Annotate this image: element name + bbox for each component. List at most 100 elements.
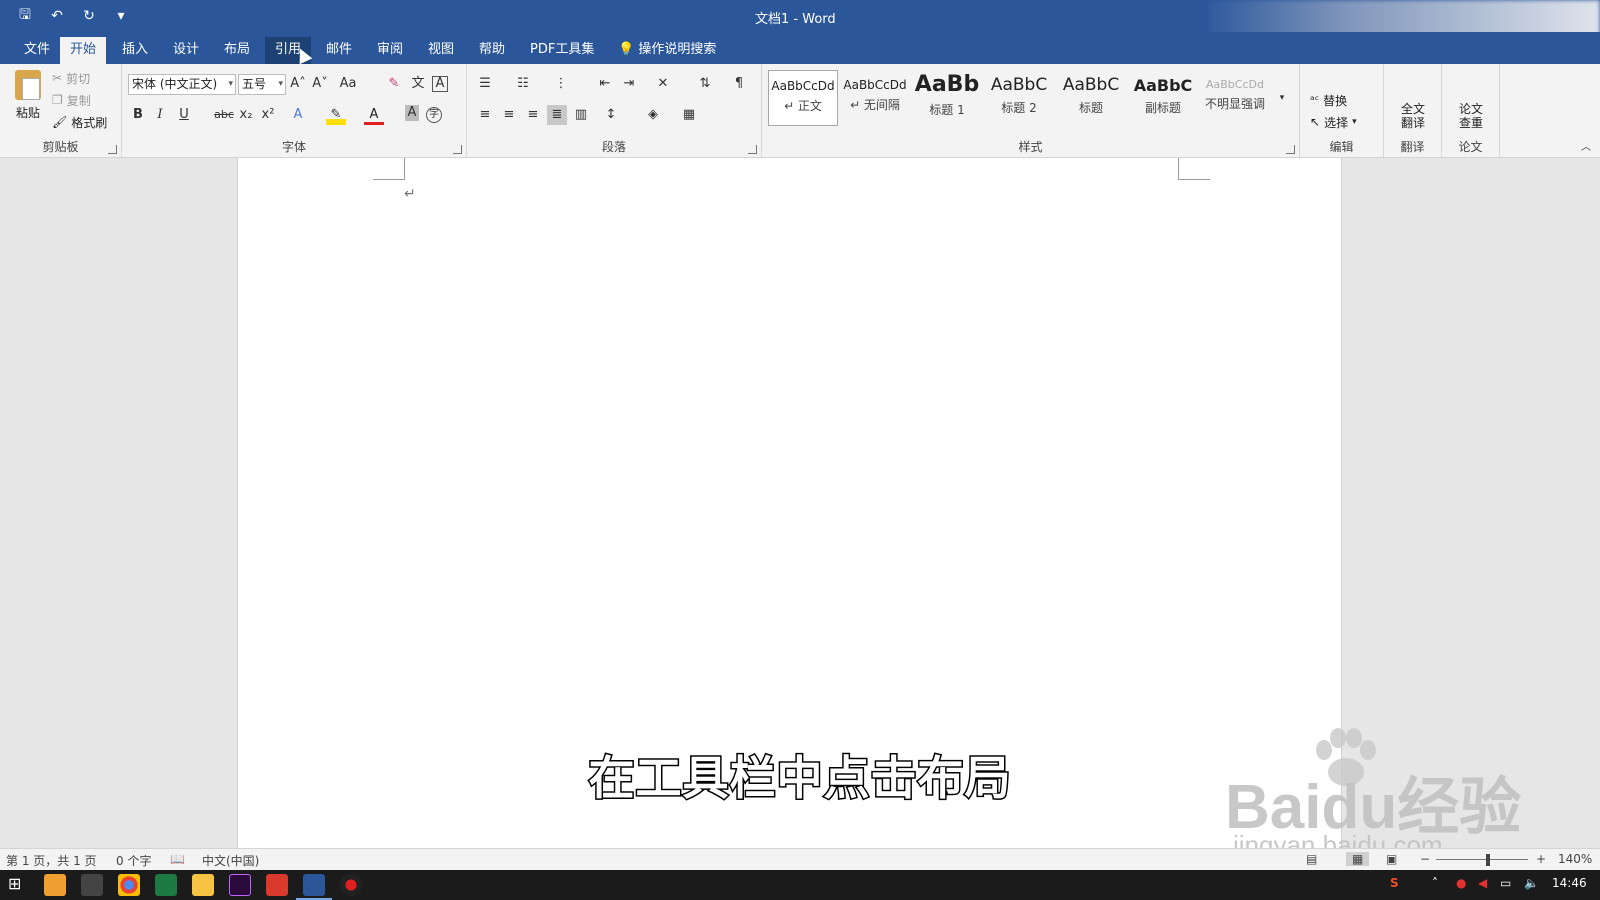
flag-tray-icon[interactable]: ◀ [1478,876,1487,890]
page-count[interactable]: 第 1 页，共 1 页 [6,852,97,869]
web-layout-icon[interactable]: ▣ [1386,852,1397,866]
redo-icon[interactable]: ↻ [78,6,100,26]
align-center-icon[interactable]: ≡ [499,105,519,125]
word-taskbar-icon[interactable] [303,874,325,896]
tell-me-search[interactable]: 💡 操作说明搜索 [608,37,726,64]
full-translate-button[interactable]: 全文 翻译 [1394,102,1432,130]
show-formatting-icon[interactable]: ¶ [729,74,749,94]
windows-start-icon[interactable]: ⊞ [8,874,21,893]
borders-icon[interactable]: ▦ [679,105,699,125]
wps-icon[interactable] [266,874,288,896]
network-icon[interactable]: ▭ [1500,876,1511,890]
cut-button[interactable]: ✂ 剪切 [52,68,90,88]
style-subtitle[interactable]: AaBbC 副标题 [1128,70,1198,126]
film-app-icon[interactable] [81,874,103,896]
zoom-level[interactable]: 140% [1558,852,1592,866]
proofing-icon[interactable]: 📖 [170,852,185,866]
tab-pdf-tools[interactable]: PDF工具集 [520,37,604,64]
distributed-icon[interactable]: ▥ [571,105,591,125]
font-size-combo[interactable]: 五号 ▾ [238,74,286,95]
undo-icon[interactable]: ↶ [46,6,68,26]
dialog-launcher-icon[interactable] [453,145,462,154]
customize-qat-icon[interactable]: ▾ [110,6,132,26]
tab-help[interactable]: 帮助 [469,37,515,64]
shrink-font-icon[interactable]: A˅ [310,74,330,94]
tab-file[interactable]: 文件 [14,37,60,64]
text-effects-icon[interactable]: A [288,105,308,125]
word-count[interactable]: 0 个字 [116,852,151,869]
tab-insert[interactable]: 插入 [112,37,158,64]
multilevel-list-icon[interactable]: ⋮ [551,74,571,94]
change-case-icon[interactable]: Aa [338,74,358,94]
style-heading-2[interactable]: AaBbC 标题 2 [984,70,1054,126]
bold-button[interactable]: B [128,105,148,125]
premiere-icon[interactable] [229,874,251,896]
shading-icon[interactable]: ◈ [643,105,663,125]
tab-home[interactable]: 开始 [60,37,107,64]
volume-icon[interactable]: 🔈 [1524,876,1539,890]
collapse-ribbon-icon[interactable]: ︿ [1576,138,1596,158]
zoom-out-icon[interactable]: − [1420,852,1430,866]
input-method-icon[interactable]: S [1390,876,1399,890]
highlight-icon[interactable]: ✎ [326,105,346,125]
copy-button[interactable]: ❐ 复制 [52,90,91,110]
bullets-icon[interactable]: ☰ [475,74,495,94]
styles-more-icon[interactable]: ▾ [1272,88,1292,108]
tab-layout[interactable]: 布局 [214,37,260,64]
underline-button[interactable]: U [174,105,194,125]
format-painter-button[interactable]: 🖌 格式刷 [52,112,107,132]
read-mode-icon[interactable]: ▤ [1306,852,1317,866]
zoom-slider[interactable] [1436,859,1528,860]
save-icon[interactable]: 🖫 [14,6,36,26]
tab-review[interactable]: 审阅 [367,37,413,64]
zoom-in-icon[interactable]: + [1536,852,1546,866]
excel-icon[interactable] [155,874,177,896]
chrome-icon[interactable] [118,874,140,896]
style-normal[interactable]: AaBbCcDd ↵ 正文 [768,70,838,126]
dialog-launcher-icon[interactable] [748,145,757,154]
align-left-icon[interactable]: ≡ [475,105,495,125]
select-button[interactable]: ↖ 选择 ▾ [1310,112,1357,132]
increase-indent-icon[interactable]: ⇥ [619,74,639,94]
sort-icon[interactable]: ⇅ [695,74,715,94]
paste-button[interactable]: 粘贴 [12,70,44,121]
tray-expand-icon[interactable]: ˄ [1432,876,1438,890]
character-border-icon[interactable]: A [432,76,448,92]
numbering-icon[interactable]: ☷ [513,74,533,94]
italic-button[interactable]: I [150,105,170,125]
clock[interactable]: 14:46 [1552,876,1587,890]
language-indicator[interactable]: 中文(中国) [202,852,259,869]
subscript-button[interactable]: x₂ [236,105,256,125]
paper-check-button[interactable]: 论文 查重 [1452,102,1490,130]
enclose-characters-icon[interactable]: 字 [426,107,442,123]
tab-mailings[interactable]: 邮件 [316,37,362,64]
grow-font-icon[interactable]: A˄ [288,74,308,94]
media-player-icon[interactable] [44,874,66,896]
strikethrough-button[interactable]: abc [210,105,238,125]
superscript-button[interactable]: x² [258,105,278,125]
style-subtle-emphasis[interactable]: AaBbCcDd 不明显强调 [1200,70,1270,126]
chinese-layout-icon[interactable]: ✕ [653,74,673,94]
style-heading-1[interactable]: AaBb 标题 1 [912,70,982,126]
replace-button[interactable]: ᵃᶜ 替换 [1310,90,1347,110]
clear-formatting-icon[interactable]: ✎ [384,74,404,94]
print-layout-icon[interactable]: ▦ [1346,852,1370,866]
file-explorer-icon[interactable] [192,874,214,896]
line-spacing-icon[interactable]: ↕ [601,105,621,125]
phonetic-guide-icon[interactable]: 文 [408,74,428,94]
style-title[interactable]: AaBbC 标题 [1056,70,1126,126]
decrease-indent-icon[interactable]: ⇤ [595,74,615,94]
zoom-slider-thumb[interactable] [1486,854,1490,866]
tab-view[interactable]: 视图 [418,37,464,64]
recorder-icon[interactable] [340,874,362,896]
justify-icon[interactable]: ≣ [547,105,567,125]
font-name-combo[interactable]: 宋体 (中文正文) ▾ [128,74,236,95]
align-right-icon[interactable]: ≡ [523,105,543,125]
character-shading-icon[interactable]: A [405,105,419,121]
style-no-spacing[interactable]: AaBbCcDd ↵ 无间隔 [840,70,910,126]
font-color-icon[interactable]: A [364,105,384,125]
dialog-launcher-icon[interactable] [1286,145,1295,154]
dialog-launcher-icon[interactable] [108,145,117,154]
record-tray-icon[interactable]: ● [1456,876,1466,890]
tab-design[interactable]: 设计 [163,37,209,64]
